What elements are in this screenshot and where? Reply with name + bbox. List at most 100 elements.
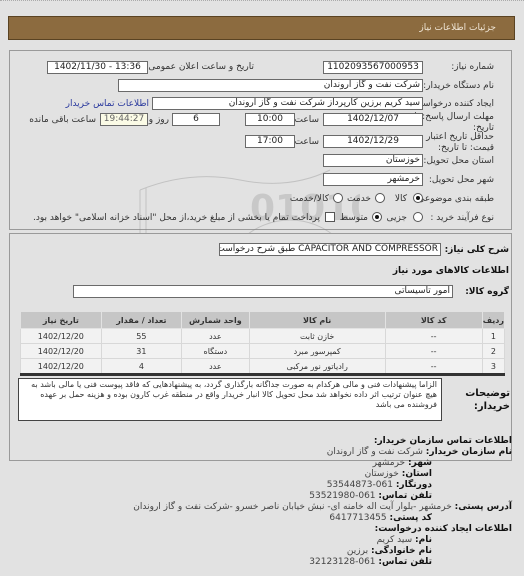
creator-family-label: نام خانوادگی:: [370, 546, 432, 556]
col-header-quantity: تعداد / مقدار: [100, 311, 183, 329]
category-radio-goods[interactable]: [413, 193, 423, 203]
creator-phone-label: تلفن تماس:: [378, 557, 432, 567]
contact-extra: کد پستی: 6417713455: [329, 513, 432, 524]
contact-city-label: شهر:: [408, 458, 432, 468]
cell-need-date: 1402/12/20: [20, 358, 102, 374]
page-title: جزئیات اطلاعات نیاز: [419, 23, 496, 33]
table-header-row: ردیف کد کالا نام کالا واحد شمارش تعداد /…: [20, 311, 506, 329]
contact-postal-value: 6417713455: [329, 513, 387, 523]
cell-row-number: 1: [481, 328, 506, 344]
cell-name: کمپرسور مبرد: [248, 343, 386, 359]
process-option-medium: متوسط: [339, 213, 368, 223]
price-validity-label: حداقل تاریخ اعتبار قیمت: تا تاریخ:: [426, 132, 494, 154]
cell-unit: عدد: [181, 328, 250, 344]
contact-city-value: خرمشهر: [372, 458, 406, 468]
contact-postal-row: کد پستی: 6417713455: [329, 513, 432, 524]
goods-group-field: امور تاسیساتی: [73, 285, 453, 298]
contact-org-value: شرکت نفت و گاز اروندان: [326, 447, 423, 457]
contact-fax-row: دورنگار: 061-53544873: [309, 480, 432, 491]
table-bottom-bar: [20, 373, 505, 376]
time-remaining-field: 19:44:27: [100, 113, 148, 126]
creator-phone-value: 061-32123128: [309, 557, 376, 567]
col-header-unit: واحد شمارش: [181, 311, 250, 329]
contact-address-value: خرمشهر -بلوار آیت اله خامنه ای- نبش خیاب…: [133, 502, 452, 512]
delivery-province-field: خوزستان: [323, 154, 423, 167]
price-validity-time-field: 17:00: [245, 135, 295, 148]
reply-deadline-time-field: 10:00: [245, 113, 295, 126]
time-remaining-label: ساعت باقی مانده: [29, 115, 96, 125]
reply-deadline-label: مهلت ارسال پاسخ: تا تاریخ:: [414, 112, 494, 134]
treasury-payment-checkbox[interactable]: [325, 212, 335, 222]
category-option-service: خدمت: [347, 194, 371, 204]
announce-datetime-field: 1402/11/30 - 13:36: [47, 61, 148, 74]
contact-address-label: آدرس پستی:: [454, 502, 512, 512]
price-validity-label-line2: قیمت: تا تاریخ:: [438, 143, 494, 153]
page-header: جزئیات اطلاعات نیاز: [8, 16, 515, 40]
cell-quantity: 4: [100, 358, 183, 374]
cell-code: --: [384, 328, 483, 344]
goods-table: ردیف کد کالا نام کالا واحد شمارش تعداد /…: [20, 311, 506, 374]
category-radio-goods-service[interactable]: [333, 193, 343, 203]
cell-unit: عدد: [181, 358, 250, 374]
buyer-contact-link[interactable]: اطلاعات تماس خریدار: [66, 99, 149, 109]
cell-name: خازن ثابت: [248, 328, 386, 344]
process-radio-minor[interactable]: [413, 212, 423, 222]
process-radio-medium[interactable]: [372, 212, 382, 222]
creator-details: نام: سید کریم نام خانوادگی: برزین تلفن ت…: [309, 535, 432, 568]
contact-details: شهر: خرمشهر استان: خوزستان دورنگار: 061-…: [309, 458, 432, 502]
category-option-goods: کالا: [394, 194, 407, 204]
contact-province-row: استان: خوزستان: [309, 469, 432, 480]
creator-family-value: برزین: [346, 546, 369, 556]
reply-deadline-time-label: ساعت: [294, 115, 320, 125]
cell-code: --: [384, 343, 483, 359]
table-row: 1 -- خازن ثابت عدد 55 1402/12/20: [20, 328, 506, 344]
price-validity-time-label: ساعت: [294, 137, 320, 147]
contact-org-row: نام سازمان خریدار: شرکت نفت و گاز اروندا…: [327, 447, 512, 458]
contact-block: اطلاعات تماس سازمان خریدار: نام سازمان خ…: [327, 436, 512, 458]
contact-city-row: شهر: خرمشهر: [309, 458, 432, 469]
cell-quantity: 55: [100, 328, 183, 344]
buyer-notes-label: توضیحات خریدار:: [465, 387, 510, 413]
reply-deadline-date-field: 1402/12/07: [323, 113, 423, 126]
contact-phone-label: تلفن تماس:: [378, 491, 432, 501]
cell-unit: دستگاه: [181, 343, 250, 359]
goods-group-label: گروه کالا:: [465, 287, 509, 297]
announce-datetime-label: تاریخ و ساعت اعلان عمومی:: [145, 62, 254, 72]
creator-title: اطلاعات ایجاد کننده درخواست:: [374, 524, 512, 534]
contact-province-label: استان:: [401, 469, 432, 479]
requester-label: ایجاد کننده درخواست:: [411, 99, 494, 109]
summary-field: CAPACITOR AND COMPRESSOR طبق شرح درخواست…: [219, 243, 441, 256]
contact-fax-label: دورنگار:: [395, 480, 432, 490]
delivery-city-label: شهر محل تحویل:: [428, 175, 494, 185]
process-option-minor: جزیی: [386, 213, 407, 223]
buyer-org-label: نام دستگاه خریدار:: [423, 81, 494, 91]
contact-org-label: نام سازمان خریدار:: [425, 447, 512, 457]
buyer-notes-label-line2: خریدار:: [473, 401, 510, 412]
creator-name-label: نام:: [415, 535, 432, 545]
days-label: روز و: [148, 115, 169, 125]
purchase-process-label: نوع فرآیند خرید :: [430, 213, 494, 223]
days-remaining-field: 6: [172, 113, 220, 126]
requester-field: سید کریم برزین کارپرداز شرکت نفت و گاز ا…: [152, 97, 423, 110]
contact-fax-value: 061-53544873: [326, 480, 393, 490]
category-option-goods-service: کالا/خدمت: [289, 194, 329, 204]
price-validity-date-field: 1402/12/29: [323, 135, 423, 148]
creator-phone-row: تلفن تماس: 061-32123128: [309, 557, 432, 568]
goods-info-title: اطلاعات کالاهای مورد نیاز: [392, 266, 509, 276]
buyer-org-field: شرکت نفت و گاز اروندان: [118, 79, 423, 92]
treasury-payment-label: پرداخت تمام یا بخشی از مبلغ خرید،از محل …: [32, 213, 320, 223]
contact-postal-label: کد پستی:: [389, 513, 432, 523]
cell-code: --: [384, 358, 483, 374]
category-radio-service[interactable]: [375, 193, 385, 203]
cell-need-date: 1402/12/20: [20, 343, 102, 359]
contact-address-row: آدرس پستی: خرمشهر -بلوار آیت اله خامنه ا…: [133, 502, 512, 513]
col-header-need-date: تاریخ نیاز: [20, 311, 102, 329]
creator-family-row: نام خانوادگی: برزین: [309, 546, 432, 557]
summary-label: شرح کلی نیاز:: [444, 245, 509, 255]
col-header-row-number: ردیف: [481, 311, 506, 329]
need-number-label: شماره نیاز:: [451, 62, 494, 72]
creator-block: اطلاعات ایجاد کننده درخواست:: [375, 524, 512, 535]
col-header-code: کد کالا: [384, 311, 483, 329]
buyer-notes-label-line1: توضیحات: [465, 388, 510, 399]
buyer-notes-text: الزاما پیشنهادات فنی و مالی هرکدام به صو…: [18, 378, 442, 421]
